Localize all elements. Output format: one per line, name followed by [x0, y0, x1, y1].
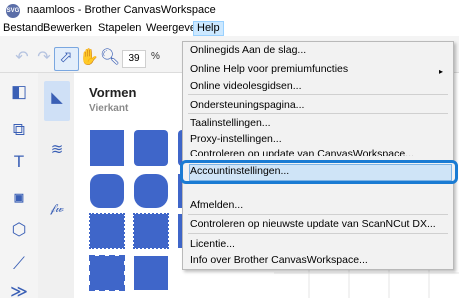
shape-rounded-square[interactable]: [134, 130, 168, 166]
menu-item-taalinstellingen[interactable]: Taalinstellingen...: [190, 117, 271, 129]
title-bar: SVG naamloos - Brother CanvasWorkspace: [0, 0, 459, 21]
panel-title: Vormen: [89, 85, 137, 100]
menu-item-accountinstellingen[interactable]: Accountinstellingen...: [190, 165, 289, 177]
panel-subtitle: Vierkant: [89, 103, 129, 114]
select-icon: ⬀: [59, 49, 73, 66]
undo-icon[interactable]: ↶: [11, 47, 33, 69]
shape-scalloped-square[interactable]: [89, 213, 125, 249]
menu-item-afmelden[interactable]: Afmelden...: [190, 199, 243, 211]
submenu-arrow-icon: ▸: [439, 67, 444, 76]
menu-item-online-help-premium[interactable]: Online Help voor premiumfuncties: [190, 63, 348, 75]
menu-item-videolesgidsen[interactable]: Online videolesgidsen...: [190, 80, 302, 92]
redo-icon[interactable]: ↷: [33, 47, 55, 69]
app-icon: SVG: [6, 4, 20, 18]
category-shapes-icon[interactable]: ◣: [45, 86, 69, 110]
menu-bar: Bestand Bewerken Stapelen Weergeven Help: [0, 21, 459, 36]
panel-icon[interactable]: ◧: [7, 80, 31, 104]
menu-separator: [188, 214, 448, 215]
menu-item-onlinegids[interactable]: Onlinegids Aan de slag...: [190, 44, 306, 56]
menu-item-proxy-instellingen[interactable]: Proxy-instellingen...: [190, 133, 282, 145]
shape-rounded-square-large[interactable]: [90, 174, 124, 208]
menu-separator: [188, 94, 448, 95]
menu-item-update-scanncut[interactable]: Controleren op nieuwste update van ScanN…: [190, 218, 436, 230]
menu-item-ondersteuningspagina[interactable]: Ondersteuningspagina...: [190, 99, 304, 111]
trace-icon[interactable]: ⬡: [7, 218, 31, 242]
shape-square-2[interactable]: [134, 256, 168, 290]
more-tools-icon[interactable]: ≫: [7, 280, 31, 304]
svg-import-icon[interactable]: ▣: [7, 186, 31, 210]
window-title: naamloos - Brother CanvasWorkspace: [27, 4, 216, 16]
menu-separator: [188, 233, 448, 234]
shape-square[interactable]: [90, 130, 124, 166]
menu-item-update-canvasworkspace[interactable]: Controleren op update van CanvasWorkspac…: [190, 148, 414, 156]
text-icon[interactable]: T: [7, 150, 31, 174]
zoom-icon[interactable]: 🔍︎: [99, 47, 121, 69]
zoom-input[interactable]: 39: [122, 50, 146, 68]
menu-separator: [188, 113, 448, 114]
pan-icon[interactable]: ✋: [78, 47, 100, 69]
menu-bewerken[interactable]: Bewerken: [40, 21, 95, 36]
shapes-icon[interactable]: ⧉: [7, 118, 31, 142]
menu-stapelen[interactable]: Stapelen: [95, 21, 144, 36]
shape-stamp-square[interactable]: [89, 255, 125, 291]
menu-item-licentie[interactable]: Licentie...: [190, 238, 235, 250]
category-lines-icon[interactable]: ≋: [45, 138, 69, 162]
menu-help[interactable]: Help: [193, 21, 224, 36]
zoom-unit-label: %: [151, 51, 160, 62]
shape-rounded-square-xlarge[interactable]: [134, 174, 168, 208]
line-icon[interactable]: ⟋: [7, 252, 31, 276]
shape-scalloped-square-2[interactable]: [133, 213, 169, 249]
category-text-icon[interactable]: 𝒻𝓌: [45, 196, 69, 220]
menu-item-info[interactable]: Info over Brother CanvasWorkspace...: [190, 254, 368, 266]
